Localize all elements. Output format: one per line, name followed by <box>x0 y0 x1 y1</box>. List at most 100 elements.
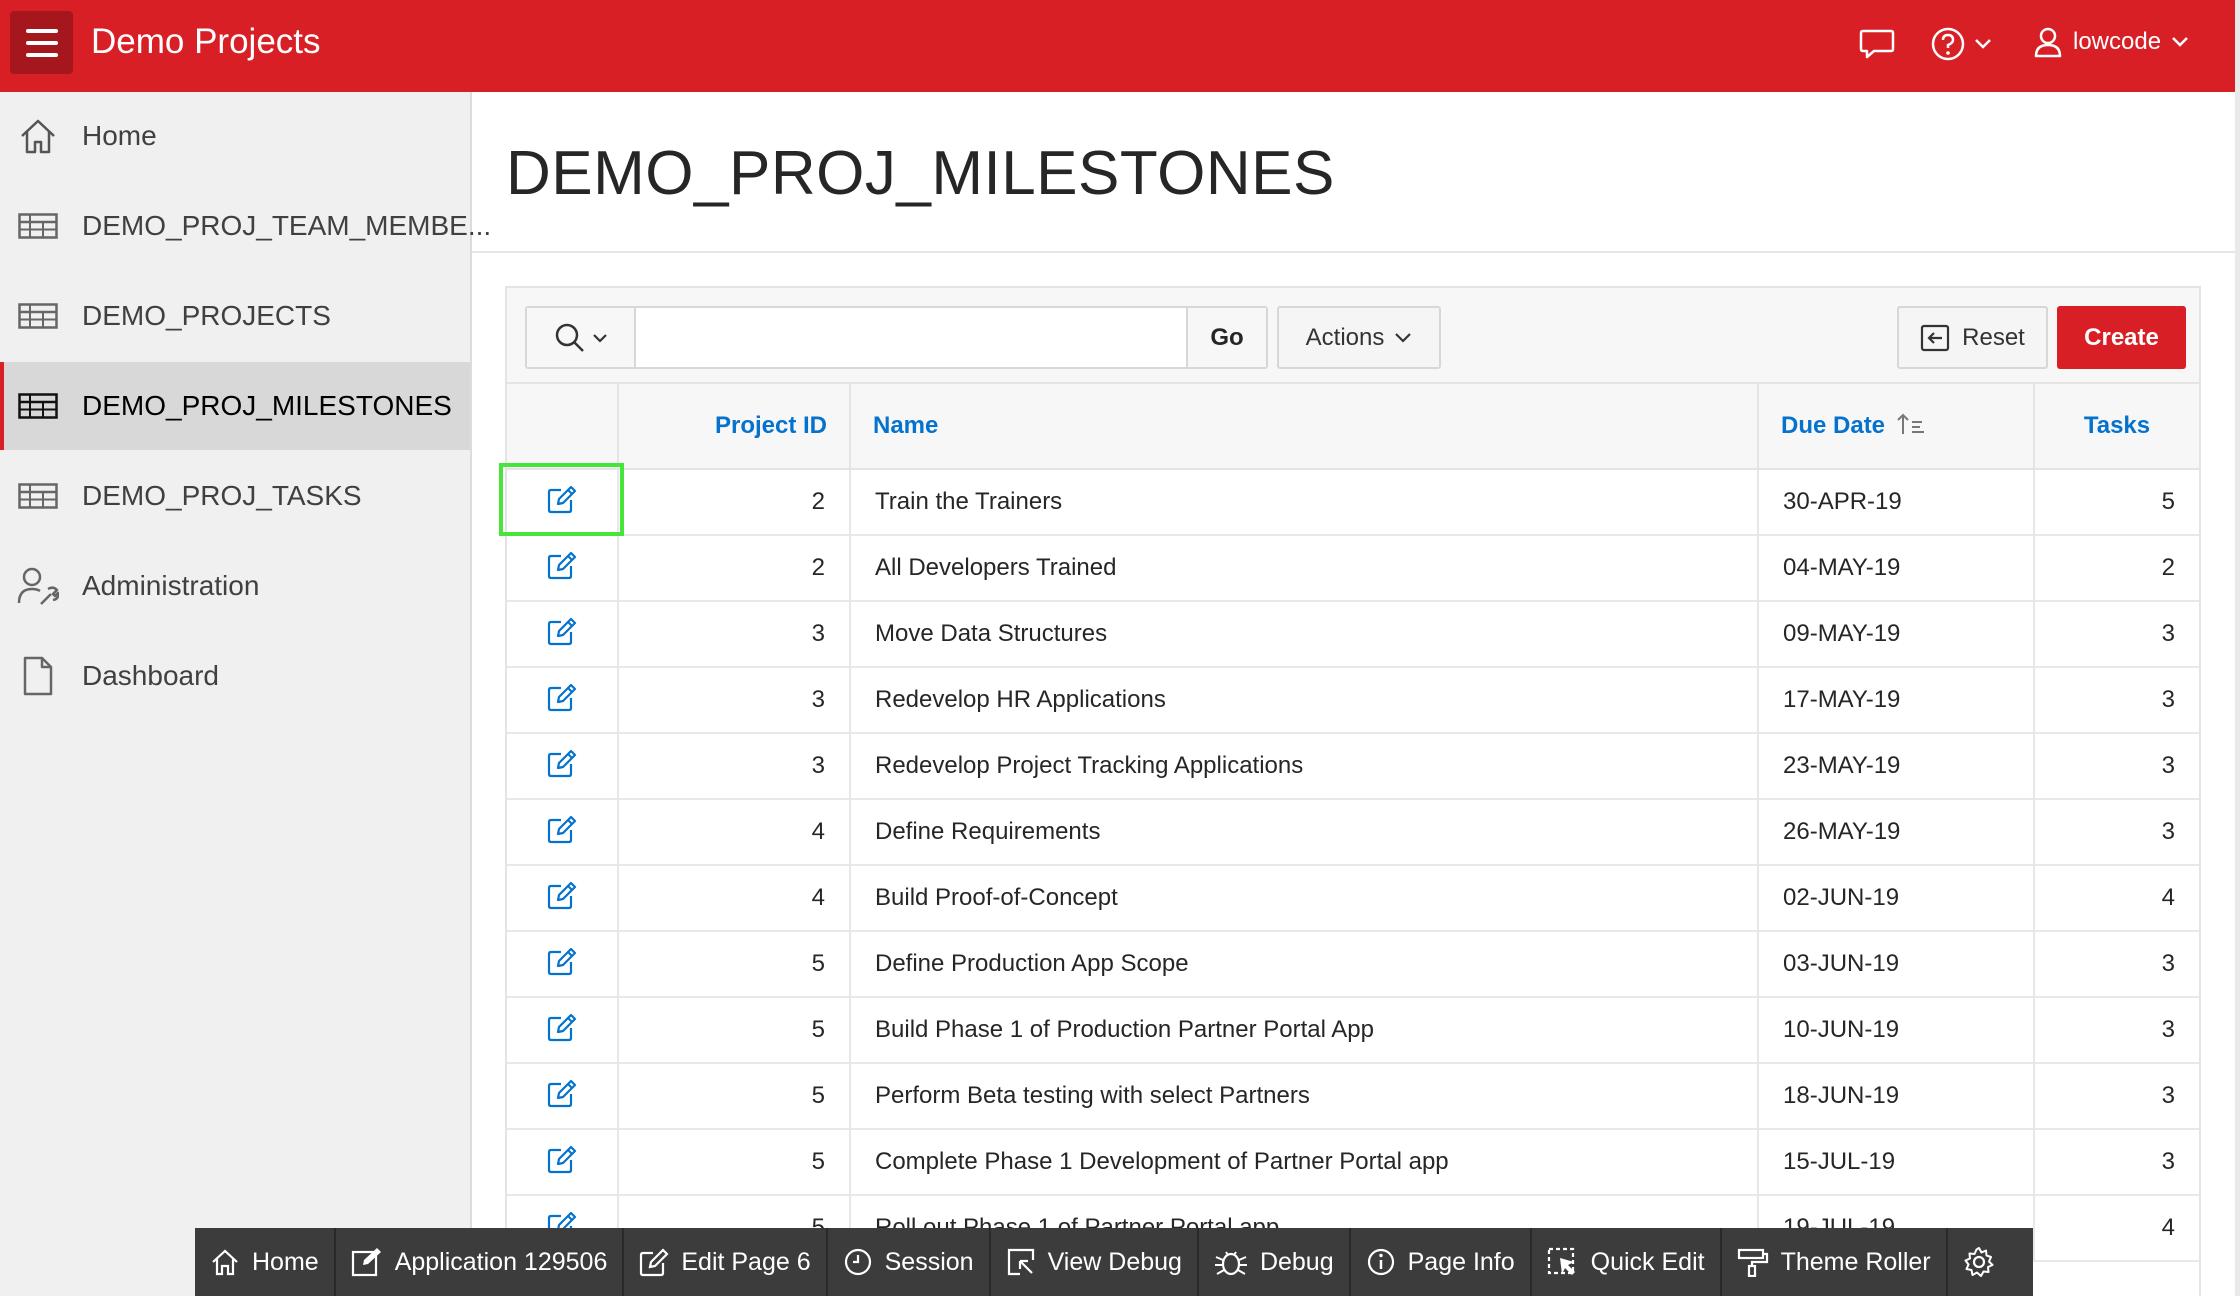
cell-name: Build Phase 1 of Production Partner Port… <box>850 997 1759 1064</box>
bug-icon <box>1214 1247 1248 1277</box>
dev-toolbar-theme-roller-button[interactable]: Theme Roller <box>1722 1228 1948 1296</box>
dev-toolbar-view-debug-button[interactable]: View Debug <box>991 1228 1199 1296</box>
home-icon <box>17 116 59 156</box>
cell-due-date: 10-JUN-19 <box>1758 997 2035 1064</box>
cell-name: Build Proof-of-Concept <box>850 865 1759 932</box>
sidebar-nav: Home DEMO_PROJ_TEAM_MEMBE... DEMO_PROJEC… <box>0 92 491 1296</box>
user-menu-button[interactable]: lowcode <box>2033 26 2189 58</box>
chat-icon[interactable] <box>1858 27 1896 68</box>
file-icon <box>17 656 59 696</box>
home-icon <box>210 1248 240 1276</box>
edit-icon <box>547 682 577 719</box>
cell-tasks: 2 <box>2034 535 2199 602</box>
edit-icon <box>547 616 577 653</box>
table-icon <box>17 206 59 246</box>
edit-row-link[interactable] <box>507 1063 619 1130</box>
divider <box>472 251 2235 253</box>
search-column-selector[interactable] <box>527 308 636 367</box>
sidebar-item-demo-proj-milestones[interactable]: DEMO_PROJ_MILESTONES <box>0 362 470 450</box>
cell-project-id: 5 <box>618 931 851 998</box>
dev-toolbar-application-129506-button[interactable]: Application 129506 <box>336 1228 625 1296</box>
cell-project-id: 2 <box>618 469 851 536</box>
sidebar-item-demo-projects[interactable]: DEMO_PROJECTS <box>0 272 470 360</box>
edit-icon <box>547 748 577 785</box>
sidebar-item-demo-proj-tasks[interactable]: DEMO_PROJ_TASKS <box>0 452 470 540</box>
column-header-label: Due Date <box>1781 412 1886 439</box>
dev-toolbar-label: Quick Edit <box>1590 1247 1705 1276</box>
sidebar-item-home[interactable]: Home <box>0 92 470 180</box>
edit-row-link[interactable] <box>507 733 619 800</box>
report-table: Project ID Name Due Date Tasks 2 Train th… <box>507 384 2199 1262</box>
cell-tasks: 3 <box>2034 667 2199 734</box>
report-toolbar: Go Actions Reset Create <box>507 288 2199 384</box>
dev-toolbar-label: Page Info <box>1407 1247 1515 1276</box>
edit-row-link[interactable] <box>507 799 619 866</box>
search-input[interactable] <box>638 308 1186 367</box>
pencil-square-icon <box>639 1247 669 1277</box>
cell-due-date: 15-JUL-19 <box>1758 1129 2035 1196</box>
dev-toolbar-debug-button[interactable]: Debug <box>1199 1228 1351 1296</box>
column-header-project-id[interactable]: Project ID <box>618 384 851 470</box>
create-button[interactable]: Create <box>2057 306 2186 369</box>
cell-project-id: 2 <box>618 535 851 602</box>
reset-icon <box>1921 324 1950 351</box>
column-header-due-date[interactable]: Due Date <box>1758 384 2035 470</box>
cell-project-id: 4 <box>618 865 851 932</box>
chevron-down-icon <box>1975 39 1991 49</box>
table-header-row: Project ID Name Due Date Tasks <box>507 384 2199 470</box>
cell-name: Move Data Structures <box>850 601 1759 668</box>
actions-menu-button[interactable]: Actions <box>1277 306 1441 369</box>
edit-row-link[interactable] <box>507 865 619 932</box>
table-row: 4 Define Requirements 26-MAY-19 3 <box>507 799 2199 866</box>
dev-toolbar-home-button[interactable]: Home <box>195 1228 336 1296</box>
edit-row-link[interactable] <box>507 469 619 536</box>
dev-toolbar-label: Theme Roller <box>1780 1247 1931 1276</box>
edit-icon <box>547 1012 577 1049</box>
sidebar-item-label: DEMO_PROJ_TEAM_MEMBE... <box>82 210 492 241</box>
table-row: 5 Build Phase 1 of Production Partner Por… <box>507 997 2199 1064</box>
cell-project-id: 3 <box>618 733 851 800</box>
column-header-tasks[interactable]: Tasks <box>2034 384 2199 470</box>
dev-toolbar-quick-edit-button[interactable]: Quick Edit <box>1532 1228 1722 1296</box>
sidebar-item-administration[interactable]: Administration <box>0 542 470 630</box>
dev-toolbar-settings-button[interactable] <box>1948 1228 2010 1296</box>
cell-name: Perform Beta testing with select Partner… <box>850 1063 1759 1130</box>
reset-button[interactable]: Reset <box>1897 306 2048 369</box>
dev-toolbar-page-info-button[interactable]: Page Info <box>1351 1228 1532 1296</box>
cell-name: All Developers Trained <box>850 535 1759 602</box>
sidebar-item-demo-proj-team-members[interactable]: DEMO_PROJ_TEAM_MEMBE... <box>0 182 491 270</box>
table-row: 3 Move Data Structures 09-MAY-19 3 <box>507 601 2199 668</box>
table-row: 5 Perform Beta testing with select Partne… <box>507 1063 2199 1130</box>
cell-due-date: 04-MAY-19 <box>1758 535 2035 602</box>
menu-toggle-button[interactable] <box>10 11 73 74</box>
table-body: 2 Train the Trainers 30-APR-19 5 2 All Develo… <box>507 469 2199 1262</box>
chevron-down-icon <box>592 333 607 343</box>
edit-row-link[interactable] <box>507 667 619 734</box>
cell-name: Redevelop HR Applications <box>850 667 1759 734</box>
help-menu-button[interactable] <box>1930 26 1992 62</box>
column-header-name[interactable]: Name <box>850 384 1759 470</box>
edit-icon <box>547 946 577 983</box>
app-title[interactable]: Demo Projects <box>91 22 321 62</box>
cell-tasks: 3 <box>2034 601 2199 668</box>
page-scrollbar[interactable] <box>2235 0 2240 1296</box>
paint-roller-icon <box>1737 1247 1769 1277</box>
cell-project-id: 3 <box>618 667 851 734</box>
dev-toolbar-edit-page-6-button[interactable]: Edit Page 6 <box>624 1228 828 1296</box>
go-button[interactable]: Go <box>1186 308 1266 367</box>
edit-row-link[interactable] <box>507 535 619 602</box>
edit-row-link[interactable] <box>507 601 619 668</box>
edit-row-link[interactable] <box>507 1129 619 1196</box>
dev-toolbar-session-button[interactable]: Session <box>828 1228 991 1296</box>
quick-edit-icon <box>1547 1247 1579 1277</box>
edit-row-link[interactable] <box>507 931 619 998</box>
cell-project-id: 5 <box>618 997 851 1064</box>
info-icon <box>1366 1247 1396 1277</box>
edit-icon <box>547 550 577 587</box>
cell-name: Define Requirements <box>850 799 1759 866</box>
edit-row-link[interactable] <box>507 997 619 1064</box>
sidebar-item-dashboard[interactable]: Dashboard <box>0 632 470 720</box>
dev-toolbar-label: Session <box>884 1247 974 1276</box>
cell-name: Define Production App Scope <box>850 931 1759 998</box>
cell-due-date: 02-JUN-19 <box>1758 865 2035 932</box>
